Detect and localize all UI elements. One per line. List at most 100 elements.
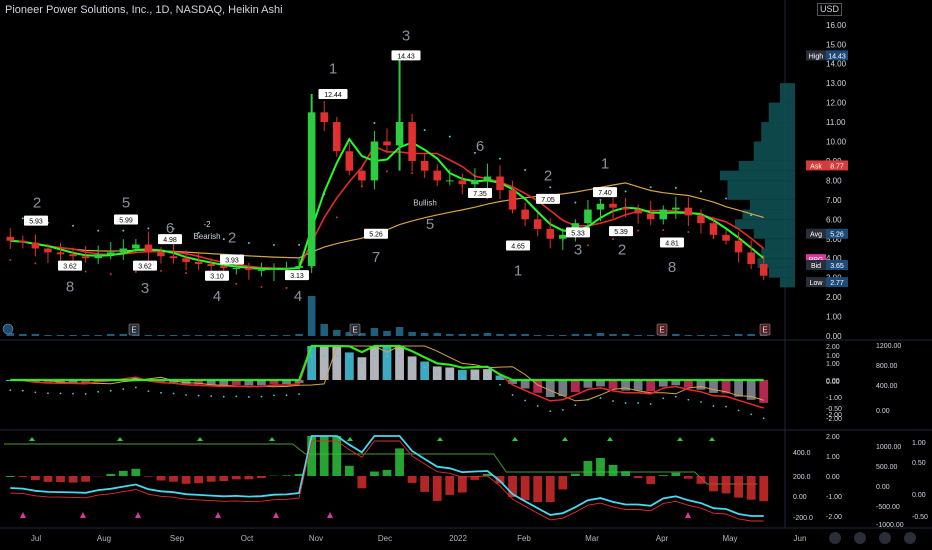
- pane1-dot: [134, 386, 137, 389]
- wave-label: 2: [228, 230, 236, 247]
- pane2-histogram-bar: [56, 476, 65, 483]
- volume-profile-bin: [765, 238, 795, 249]
- pane1-dot: [323, 355, 326, 358]
- volume-bar: [672, 334, 680, 336]
- x-tick-label: Oct: [241, 534, 254, 543]
- volume-profile-bin: [720, 170, 795, 181]
- wave-label: 2: [618, 241, 626, 258]
- pane1-dot: [109, 389, 112, 392]
- volume-bar: [684, 335, 693, 336]
- pane1-dot: [687, 398, 690, 401]
- pane1-histogram-bar: [696, 380, 706, 390]
- annotation-text: -2: [203, 220, 211, 229]
- trail-dot: [586, 244, 589, 247]
- pane1-dot: [700, 401, 702, 403]
- price-tag-name: High: [809, 53, 824, 60]
- candle-body: [358, 170, 366, 181]
- pane2-histogram-bar: [257, 476, 266, 479]
- volume-bar: [747, 334, 755, 336]
- pane1-dot: [21, 389, 24, 392]
- candle-body: [106, 252, 115, 255]
- pane2-histogram-bar: [683, 476, 693, 479]
- candle-body: [182, 258, 190, 263]
- trail-dot: [687, 230, 690, 233]
- y-tick-label: 15.00: [826, 40, 847, 49]
- pane1-dot: [285, 394, 288, 397]
- price-tag-name: Low: [810, 280, 824, 287]
- volume-bar: [420, 333, 429, 336]
- trail-dot: [674, 186, 677, 189]
- pane1-histogram-bar: [633, 380, 643, 391]
- volume-bar: [722, 335, 730, 336]
- chart-svg[interactable]: 5.933.625.993.624.983.933.10 3.1312.4414.…: [0, 0, 932, 550]
- trail-dot: [72, 224, 75, 227]
- candle-body: [533, 219, 542, 230]
- candle-body: [245, 267, 253, 270]
- y-tick-label: 10.00: [826, 138, 847, 147]
- wave-label: 3: [141, 280, 149, 297]
- wave-label: 2: [544, 167, 552, 184]
- pane1-dot: [210, 395, 213, 398]
- x-tick-label: Feb: [517, 534, 531, 543]
- pane1-histogram-bar: [570, 380, 580, 393]
- trail-dot: [549, 186, 552, 189]
- pane2-histogram-bar: [156, 476, 166, 481]
- pane1-histogram-bar: [709, 380, 718, 393]
- pane2-histogram-bar: [495, 476, 505, 484]
- volume-profile-bin: [761, 122, 795, 142]
- pane2-histogram-bar: [43, 476, 53, 482]
- pane2-y-tick-mid: 200.0: [793, 474, 811, 481]
- pane2-y-tick-mid2: 500.00: [876, 464, 898, 471]
- pane1-dot: [398, 355, 401, 358]
- volume-bar: [81, 335, 90, 336]
- pane2-histogram-bar: [81, 476, 91, 482]
- pane1-dot: [737, 409, 740, 412]
- pane1-dot: [160, 391, 162, 394]
- pane2-y-tick-mid2: -500.00: [876, 504, 900, 511]
- price-label-text: 7.40: [598, 190, 612, 197]
- y-tick-label: 2.00: [826, 293, 842, 302]
- pane1-histogram-bar: [683, 380, 693, 388]
- candle-body: [483, 176, 492, 181]
- price-label-text: 4.98: [163, 237, 177, 244]
- currency-label[interactable]: USD: [817, 3, 843, 16]
- volume-bar: [106, 334, 115, 336]
- trail-dot: [386, 170, 388, 173]
- pane1-dot: [172, 392, 175, 395]
- pane1-dot: [72, 392, 74, 395]
- wave-label: 4: [213, 288, 221, 305]
- pane2-y-tick-right: 0.50: [912, 460, 926, 467]
- trail-dot: [649, 186, 652, 189]
- candle-body: [408, 122, 416, 161]
- pane1-dot: [499, 383, 501, 386]
- pane2-histogram-bar: [709, 476, 718, 492]
- pane1-dot: [448, 373, 451, 376]
- volume-bar: [169, 335, 178, 336]
- pane1-histogram-bar: [483, 369, 492, 380]
- pane2-y-tick-right: 1.00: [912, 440, 926, 447]
- pane2-histogram-bar: [621, 471, 630, 476]
- pane1-dot: [511, 394, 514, 396]
- pane1-dot: [373, 355, 376, 358]
- pane2-histogram-bar: [5, 476, 15, 477]
- volume-profile-bin: [735, 219, 795, 230]
- candle-body: [722, 234, 730, 241]
- pane1-dot: [59, 392, 62, 395]
- price-label-text: 3.93: [225, 258, 239, 265]
- pane2-histogram-bar: [332, 436, 342, 476]
- trail-dot: [524, 169, 527, 172]
- volume-bar: [207, 335, 215, 336]
- y-tick-label: 0.00: [826, 332, 842, 341]
- candle-body: [31, 242, 40, 249]
- pane1-histogram-bar: [646, 380, 656, 392]
- x-tick-label: Mar: [585, 534, 599, 543]
- volume-bar: [646, 335, 655, 336]
- pane2-y-tick-mid: 400.0: [793, 450, 811, 457]
- pane1-y-tick-mid: 0.00: [826, 379, 840, 386]
- pane2-histogram-bar: [608, 464, 618, 476]
- candle-body: [157, 252, 165, 257]
- pane2-histogram-bar: [432, 476, 442, 501]
- pane2-histogram-bar: [696, 476, 706, 484]
- pane2-histogram-bar: [319, 436, 329, 476]
- candle-body: [646, 213, 655, 220]
